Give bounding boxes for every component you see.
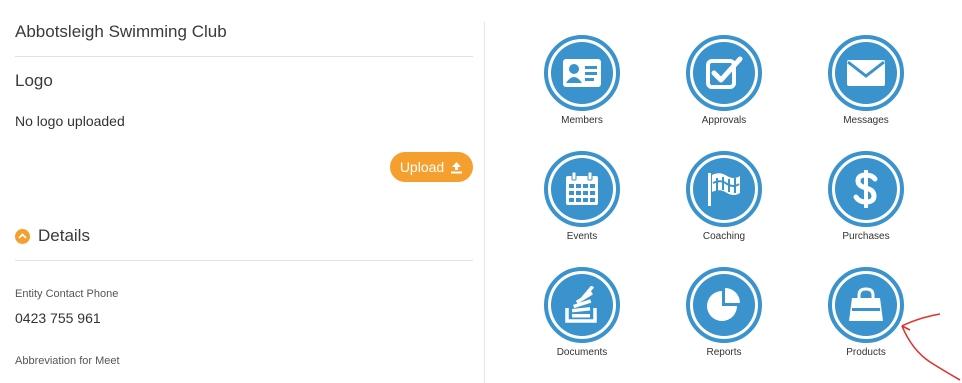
- chevron-up-icon: [15, 228, 30, 244]
- tile-label: Messages: [843, 115, 889, 126]
- tile-label: Members: [561, 115, 603, 126]
- tile-label: Coaching: [702, 231, 746, 242]
- stack-icon: [565, 286, 597, 323]
- tile-label: Reports: [706, 347, 742, 358]
- member-card-icon: [563, 59, 601, 87]
- upload-icon: [451, 161, 463, 173]
- divider: [15, 56, 473, 57]
- panel-divider: [484, 22, 485, 383]
- tile-documents[interactable]: Documents: [516, 267, 656, 379]
- tile-events[interactable]: Events: [516, 151, 656, 263]
- tile-members[interactable]: Members: [516, 35, 656, 147]
- tile-approvals[interactable]: Approvals: [658, 35, 798, 147]
- field-label: Abbreviation for Meet: [15, 355, 120, 367]
- upload-button[interactable]: Upload: [390, 152, 473, 182]
- tile-label: Documents: [556, 347, 608, 358]
- divider: [15, 260, 473, 261]
- annotation-arrow: [901, 313, 961, 381]
- upload-label: Upload: [399, 159, 445, 175]
- tile-coaching[interactable]: Coaching: [658, 151, 798, 263]
- dollar-icon: [853, 170, 878, 208]
- tile-reports[interactable]: Reports: [658, 267, 798, 379]
- tile-label: Approvals: [701, 115, 747, 126]
- tile-label: Purchases: [842, 231, 890, 242]
- tile-purchases[interactable]: Purchases: [800, 151, 940, 263]
- field-value-contact-phone: 0423 755 961: [15, 310, 101, 326]
- field-label: Entity Contact Phone: [15, 288, 119, 300]
- checkbox-icon: [706, 56, 743, 89]
- no-logo-text: No logo uploaded: [15, 113, 125, 129]
- tile-messages[interactable]: Messages: [800, 35, 940, 147]
- shopping-bag-icon: [849, 287, 883, 321]
- tile-label: Events: [566, 231, 598, 242]
- pie-chart-icon: [707, 288, 740, 321]
- club-settings-panel: Abbotsleigh Swimming Club Logo No logo u…: [0, 0, 484, 383]
- details-heading: Details: [38, 226, 90, 245]
- calendar-icon: [566, 171, 598, 205]
- envelope-icon: [847, 60, 885, 86]
- flag-icon: [708, 173, 740, 206]
- details-section-toggle[interactable]: Details: [15, 226, 90, 246]
- logo-heading: Logo: [15, 71, 53, 90]
- club-name: Abbotsleigh Swimming Club: [15, 22, 227, 41]
